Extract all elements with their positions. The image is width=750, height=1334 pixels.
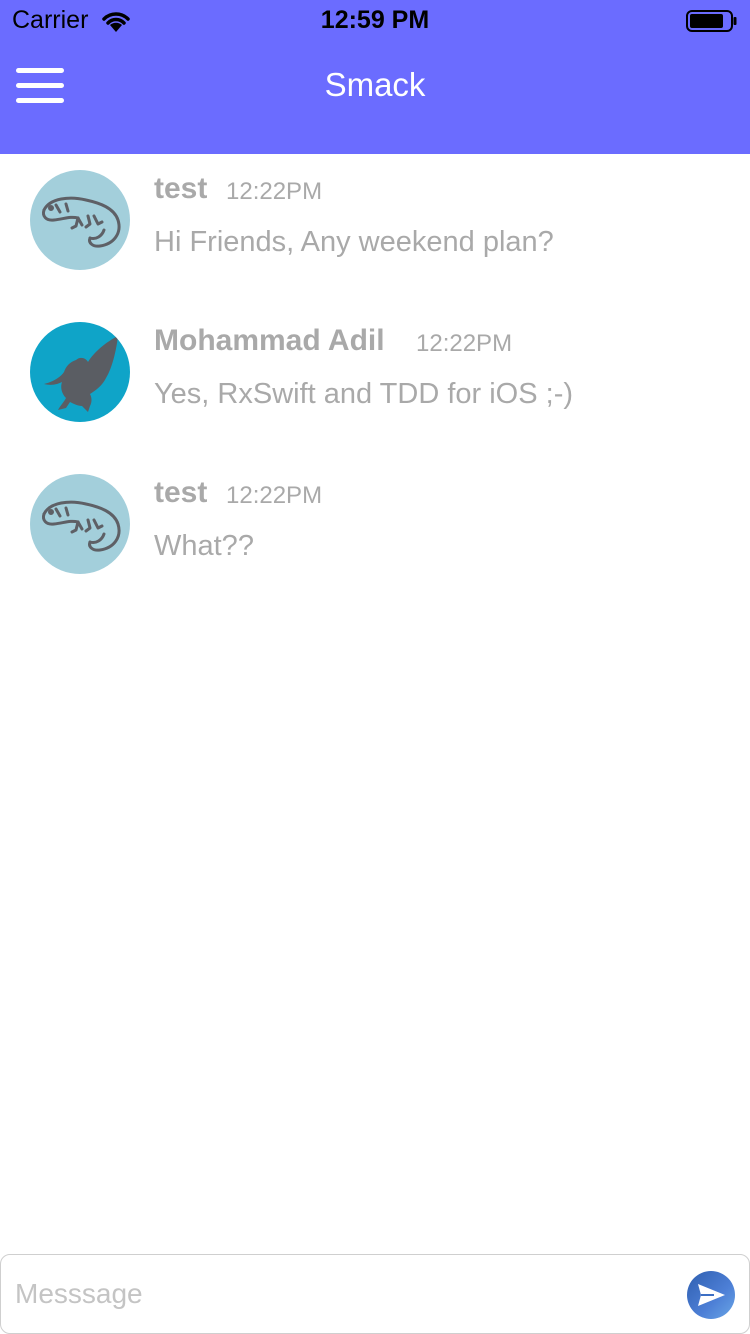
message-row: test 12:22PM What?? xyxy=(0,458,750,598)
message-row: test 12:22PM Hi Friends, Any weekend pla… xyxy=(0,154,750,294)
channel-title: Smack xyxy=(324,66,426,103)
message-text: Yes, RxSwift and TDD for iOS ;-) xyxy=(154,378,574,410)
send-button[interactable] xyxy=(687,1271,735,1319)
chat-screen: Carrier 12:59 PM Smack test 12:22PM Hi F… xyxy=(0,0,750,1334)
message-input[interactable] xyxy=(15,1265,665,1323)
avatar xyxy=(30,322,130,422)
send-icon xyxy=(698,1284,725,1306)
navigation-bar: Carrier 12:59 PM Smack xyxy=(0,0,750,154)
message-row: Mohammad Adil 12:22PM Yes, RxSwift and T… xyxy=(0,306,750,446)
message-author: Mohammad Adil xyxy=(154,324,385,357)
avatar xyxy=(30,170,130,270)
avatar xyxy=(30,474,130,574)
message-text: What?? xyxy=(154,530,254,562)
status-time: 12:59 PM xyxy=(320,6,430,34)
message-composer xyxy=(0,1254,750,1334)
message-time: 12:22PM xyxy=(226,482,323,509)
message-time: 12:22PM xyxy=(226,178,323,205)
message-text: Hi Friends, Any weekend plan? xyxy=(154,226,554,258)
lizard-icon xyxy=(42,196,121,248)
message-author: test xyxy=(154,172,208,205)
status-bar: Carrier 12:59 PM xyxy=(0,0,750,40)
message-time: 12:22PM xyxy=(416,330,513,357)
lizard-icon xyxy=(42,500,121,552)
message-author: test xyxy=(154,476,208,509)
battery-icon xyxy=(686,10,737,32)
eagle-icon xyxy=(44,336,118,412)
